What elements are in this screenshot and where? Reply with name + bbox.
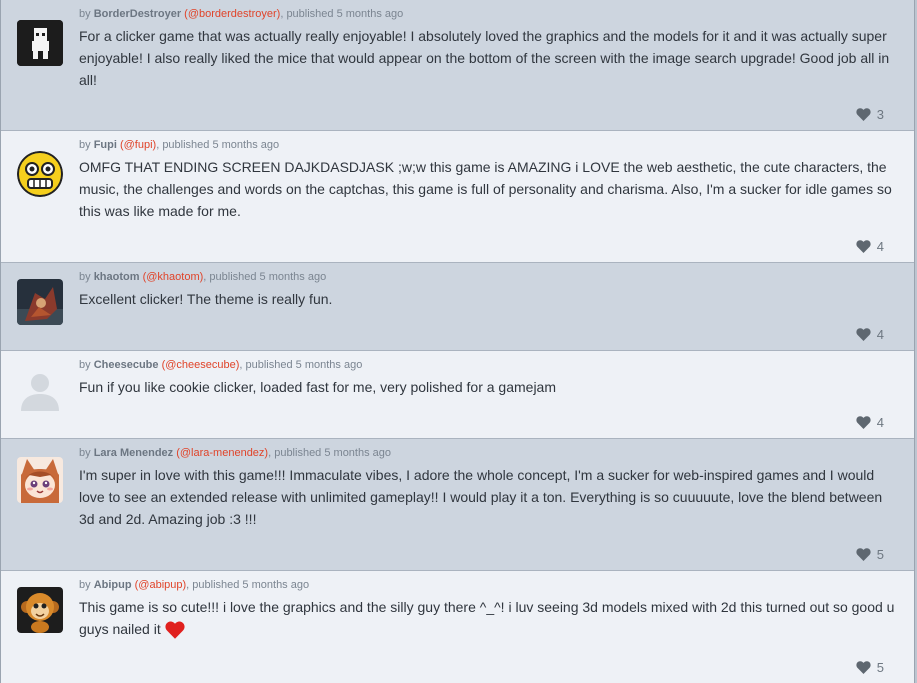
like-button[interactable]: 3: [856, 107, 884, 122]
like-button[interactable]: 5: [856, 660, 884, 675]
comment-meta: by Abipup (@abipup), published 5 months …: [79, 579, 310, 591]
like-button[interactable]: 4: [856, 415, 884, 430]
author-handle[interactable]: (@lara-menendez): [176, 447, 268, 459]
comment-meta: by Lara Menendez (@lara-menendez), publi…: [79, 447, 392, 459]
heart-icon: [856, 416, 871, 429]
comment-list: by BorderDestroyer (@borderdestroyer), p…: [0, 0, 915, 683]
author-name[interactable]: Lara Menendez: [94, 447, 173, 459]
author-name[interactable]: Abipup: [94, 579, 132, 591]
heart-icon: [856, 240, 871, 253]
heart-icon: [856, 328, 871, 341]
author-name[interactable]: Fupi: [94, 139, 117, 151]
monkey-icon: [17, 587, 63, 633]
published-time: , published 5 months ago: [239, 359, 363, 371]
like-count: 5: [876, 547, 884, 562]
avatar[interactable]: [17, 367, 63, 413]
heart-icon: [856, 108, 871, 121]
author-name[interactable]: BorderDestroyer: [94, 8, 181, 20]
dark-artwork-icon: [17, 279, 63, 325]
avatar[interactable]: [17, 20, 63, 66]
comment-meta: by khaotom (@khaotom), published 5 month…: [79, 271, 327, 283]
author-name[interactable]: khaotom: [94, 271, 140, 283]
published-time: , published 5 months ago: [156, 139, 280, 151]
like-button[interactable]: 4: [856, 327, 884, 342]
like-count: 4: [876, 239, 884, 254]
published-time: , published 5 months ago: [280, 8, 404, 20]
pixel-character-icon: [17, 20, 63, 66]
heart-icon: [856, 661, 871, 674]
author-handle[interactable]: (@khaotom): [143, 271, 204, 283]
comment-body: This game is so cute!!! i love the graph…: [79, 596, 900, 640]
comment: by BorderDestroyer (@borderdestroyer), p…: [1, 0, 914, 131]
default-user-icon: [17, 367, 63, 413]
published-time: , published 5 months ago: [203, 271, 327, 283]
author-name[interactable]: Cheesecube: [94, 359, 159, 371]
comment-body: Excellent clicker! The theme is really f…: [79, 291, 333, 307]
avatar[interactable]: [17, 457, 63, 503]
comment: by Abipup (@abipup), published 5 months …: [1, 571, 914, 683]
comment-meta: by BorderDestroyer (@borderdestroyer), p…: [79, 8, 404, 20]
yellow-face-icon: [17, 151, 63, 197]
comment-meta: by Fupi (@fupi), published 5 months ago: [79, 139, 280, 151]
like-count: 3: [876, 107, 884, 122]
heart-icon: [856, 548, 871, 561]
like-button[interactable]: 4: [856, 239, 884, 254]
comment: by Lara Menendez (@lara-menendez), publi…: [1, 439, 914, 571]
avatar[interactable]: [17, 151, 63, 197]
comment: by khaotom (@khaotom), published 5 month…: [1, 263, 914, 351]
like-count: 5: [876, 660, 884, 675]
comment: by Cheesecube (@cheesecube), published 5…: [1, 351, 914, 439]
comment-body: OMFG THAT ENDING SCREEN DAJKDASDJASK ;w;…: [79, 159, 892, 219]
red-heart-emoji-icon: [165, 621, 185, 640]
like-count: 4: [876, 327, 884, 342]
author-handle[interactable]: (@borderdestroyer): [184, 8, 280, 20]
comment-meta: by Cheesecube (@cheesecube), published 5…: [79, 359, 363, 371]
comment-body: Fun if you like cookie clicker, loaded f…: [79, 379, 556, 395]
avatar[interactable]: [17, 279, 63, 325]
author-handle[interactable]: (@fupi): [120, 139, 156, 151]
comment-body: I'm super in love with this game!!! Imma…: [79, 467, 883, 527]
comment-body: For a clicker game that was actually rea…: [79, 28, 890, 88]
like-count: 4: [876, 415, 884, 430]
comment: by Fupi (@fupi), published 5 months ago …: [1, 131, 914, 263]
published-time: , published 5 months ago: [186, 579, 310, 591]
like-button[interactable]: 5: [856, 547, 884, 562]
author-handle[interactable]: (@cheesecube): [162, 359, 240, 371]
avatar[interactable]: [17, 587, 63, 633]
published-time: , published 5 months ago: [268, 447, 392, 459]
comment-text: This game is so cute!!! i love the graph…: [79, 599, 895, 637]
anime-cat-girl-icon: [17, 457, 63, 503]
author-handle[interactable]: (@abipup): [135, 579, 187, 591]
